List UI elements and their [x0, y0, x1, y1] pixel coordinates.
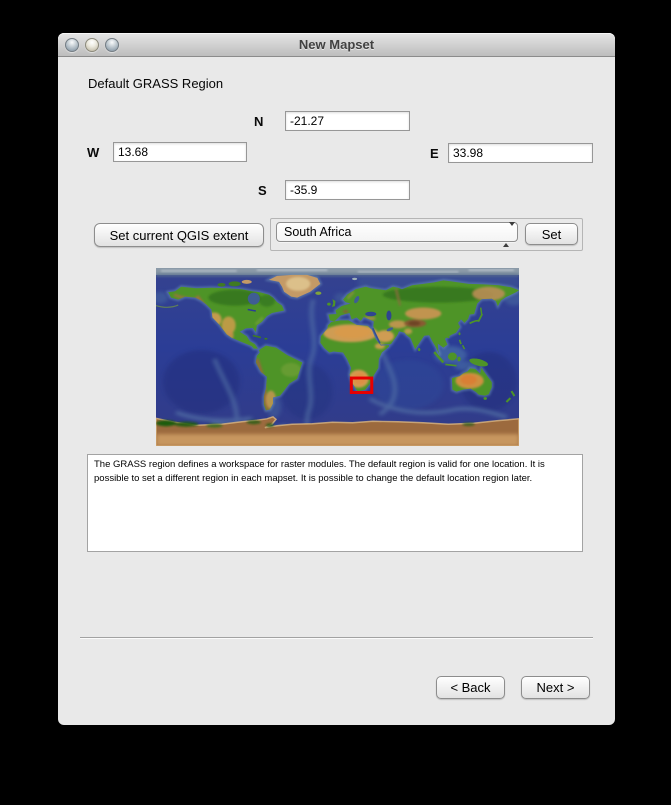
back-button[interactable]: < Back: [436, 676, 505, 699]
south-label: S: [258, 183, 267, 198]
combo-arrows-icon: [503, 226, 511, 239]
west-label: W: [87, 145, 99, 160]
set-current-qgis-extent-button[interactable]: Set current QGIS extent: [94, 223, 264, 247]
location-template-select[interactable]: South Africa: [276, 222, 518, 242]
east-label: E: [430, 146, 439, 161]
north-label: N: [254, 114, 263, 129]
world-map-preview: [156, 268, 519, 446]
region-description-text: The GRASS region defines a workspace for…: [87, 454, 583, 552]
north-input[interactable]: [285, 111, 410, 131]
window-title: New Mapset: [58, 37, 615, 52]
title-bar[interactable]: New Mapset: [58, 33, 615, 57]
page-title: Default GRASS Region: [88, 76, 223, 91]
world-map: [156, 268, 519, 446]
east-input[interactable]: [448, 143, 593, 163]
footer-divider: [80, 637, 593, 638]
set-button[interactable]: Set: [525, 223, 578, 245]
west-input[interactable]: [113, 142, 247, 162]
new-mapset-window: New Mapset Default GRASS Region N W E S …: [58, 33, 615, 725]
south-input[interactable]: [285, 180, 410, 200]
next-button[interactable]: Next >: [521, 676, 590, 699]
selected-location: South Africa: [284, 225, 351, 239]
